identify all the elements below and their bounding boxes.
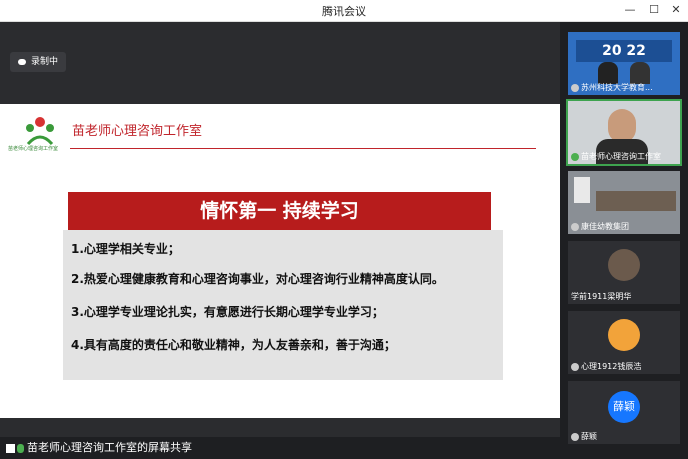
person-figure	[630, 62, 650, 84]
video-feed	[596, 191, 676, 211]
participant-tile[interactable]: 学前1911梁明华	[568, 241, 680, 304]
share-bar: 苗老师心理咨询工作室的屏幕共享	[0, 437, 560, 459]
mic-icon	[571, 362, 579, 371]
screen-share-stage: 录制中 苗老师心理咨询工作室 苗老师心理咨询工作室 情怀第一 持续学习 1.心理…	[0, 22, 560, 459]
minimize-icon[interactable]: —	[622, 2, 638, 18]
maximize-icon[interactable]: ☐	[646, 2, 662, 18]
list-item: 1.心理学相关专业；	[71, 242, 180, 256]
participant-name: 苗老师心理咨询工作室	[571, 151, 661, 162]
shared-slide: 苗老师心理咨询工作室 苗老师心理咨询工作室 情怀第一 持续学习 1.心理学相关专…	[0, 104, 560, 418]
video-feed: 20 22	[576, 40, 672, 62]
avatar	[608, 249, 640, 281]
participant-name: 苏州科技大学教育...	[571, 82, 653, 93]
list-item: 2.热爱心理健康教育和心理咨询事业，对心理咨询行业精神高度认同。	[71, 272, 444, 286]
participant-name: 康佳幼教集团	[571, 221, 629, 232]
person-figure	[608, 109, 636, 143]
logo-caption: 苗老师心理咨询工作室	[8, 146, 59, 152]
window-title: 腾讯会议	[322, 5, 366, 18]
recording-label: 录制中	[31, 57, 59, 67]
cloud-icon	[18, 58, 26, 65]
list-item: 4.具有高度的责任心和敬业精神，为人友善亲和，善于沟通；	[71, 338, 396, 352]
participant-name: 薛颖	[571, 431, 597, 442]
mic-icon	[571, 152, 579, 161]
participant-tile[interactable]: 20 22 苏州科技大学教育...	[568, 32, 680, 95]
requirements-box: 1.心理学相关专业； 2.热爱心理健康教育和心理咨询事业，对心理咨询行业精神高度…	[63, 230, 503, 380]
mic-icon	[571, 83, 579, 92]
avatar: 薛颖	[608, 391, 640, 423]
slide-banner: 情怀第一 持续学习	[68, 192, 491, 230]
participant-tile-active[interactable]: 苗老师心理咨询工作室	[566, 99, 682, 166]
mic-icon	[571, 222, 579, 231]
close-icon[interactable]: ✕	[668, 2, 684, 18]
participant-tile[interactable]: 心理1912钱辰浩	[568, 311, 680, 374]
list-item: 3.心理学专业理论扎实，有意愿进行长期心理学专业学习；	[71, 305, 384, 319]
video-feed	[574, 177, 590, 203]
mic-icon	[17, 443, 24, 453]
title-bar: 腾讯会议 — ☐ ✕	[0, 0, 688, 22]
participant-name: 学前1911梁明华	[571, 292, 632, 301]
participant-name: 心理1912钱辰浩	[571, 361, 641, 372]
participant-tile[interactable]: 康佳幼教集团	[568, 171, 680, 234]
studio-name: 苗老师心理咨询工作室	[72, 124, 203, 139]
person-figure	[598, 62, 618, 84]
screen-share-icon	[6, 443, 15, 453]
share-label: 苗老师心理咨询工作室的屏幕共享	[27, 441, 192, 454]
header-divider	[70, 148, 536, 149]
avatar	[608, 319, 640, 351]
participant-tile[interactable]: 薛颖 薛颖	[568, 381, 680, 444]
recording-indicator[interactable]: 录制中	[10, 52, 67, 72]
mic-icon	[571, 432, 579, 441]
